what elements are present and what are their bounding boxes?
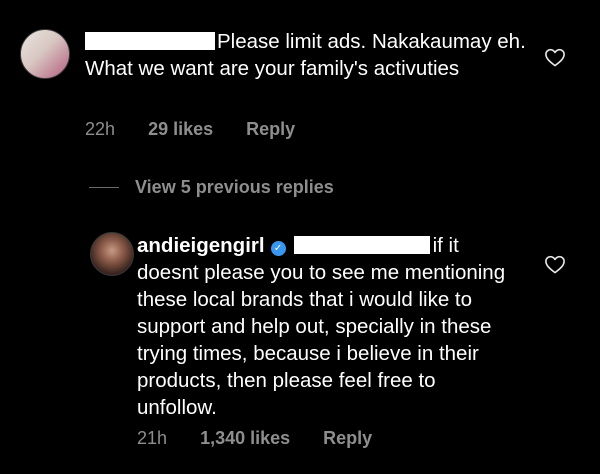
comment-meta: 21h 1,340 likes Reply (137, 428, 400, 449)
comment-meta: 22h 29 likes Reply (85, 119, 323, 140)
avatar[interactable] (20, 29, 70, 79)
redacted-username (293, 236, 430, 254)
reply-button[interactable]: Reply (246, 119, 295, 139)
verified-badge-icon: ✓ (270, 241, 286, 256)
likes-count[interactable]: 29 likes (148, 119, 213, 139)
timestamp: 22h (85, 119, 116, 139)
redacted-username (85, 32, 215, 50)
view-previous-replies[interactable]: View 5 previous replies (89, 177, 334, 198)
likes-count[interactable]: 1,340 likes (200, 428, 290, 448)
comment-text: andieigengirl ✓ if it doesnt please you to… (137, 232, 517, 421)
reply-button[interactable]: Reply (323, 428, 372, 448)
comment-body: if it doesnt please you to see me mentio… (137, 234, 506, 419)
avatar[interactable] (90, 232, 134, 276)
comment-text: Please limit ads. Nakakaumay eh. What we… (85, 28, 555, 82)
heart-icon[interactable] (544, 47, 566, 67)
divider-line (89, 187, 119, 188)
timestamp: 21h (137, 428, 168, 448)
view-replies-label[interactable]: View 5 previous replies (135, 177, 334, 198)
username[interactable]: andieigengirl (137, 234, 265, 257)
heart-icon[interactable] (544, 254, 566, 274)
